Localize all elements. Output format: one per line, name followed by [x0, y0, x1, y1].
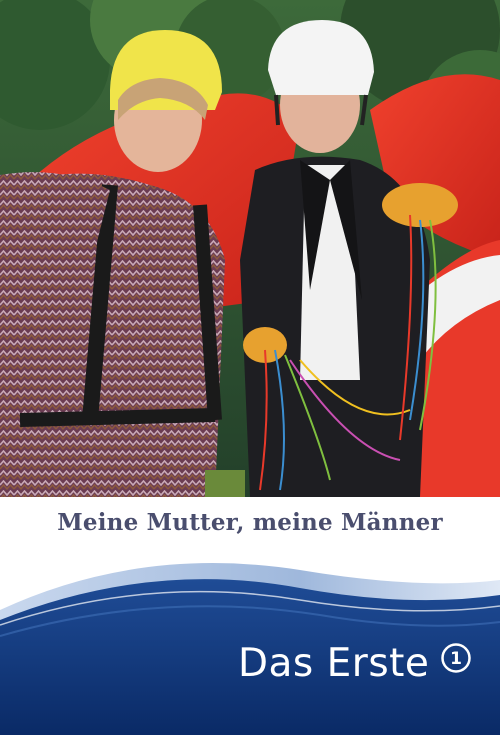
movie-poster: Meine Mutter, meine Männer Das Erste 1	[0, 0, 500, 735]
broadcaster-name: Das Erste	[238, 641, 430, 686]
das-erste-one-icon: 1	[441, 643, 471, 673]
poster-title: Meine Mutter, meine Männer	[57, 509, 443, 536]
broadcaster-wave-banner	[0, 563, 500, 735]
poster-photo	[0, 0, 500, 497]
logo-number: 1	[450, 649, 462, 669]
